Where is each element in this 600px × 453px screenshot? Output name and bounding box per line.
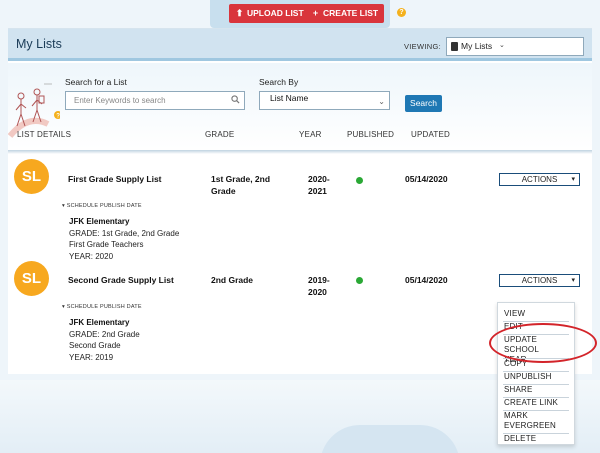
column-header-published: PUBLISHED bbox=[347, 130, 395, 139]
detail-group: Second Grade bbox=[69, 341, 121, 350]
column-header-updated: UPDATED bbox=[411, 130, 451, 139]
menu-item-mark-line1: MARK bbox=[504, 411, 528, 420]
viewing-label: VIEWING: bbox=[404, 42, 441, 51]
page-title: My Lists bbox=[16, 37, 62, 51]
row-grade: 2nd Grade bbox=[211, 274, 253, 286]
published-status-dot bbox=[356, 277, 363, 284]
row-details: JFK Elementary GRADE: 1st Grade, 2nd Gra… bbox=[69, 216, 179, 262]
avatar: SL bbox=[14, 159, 49, 194]
schedule-publish-toggle[interactable]: ▾ SCHEDULE PUBLISH DATE bbox=[62, 203, 142, 209]
school-name: JFK Elementary bbox=[69, 217, 130, 226]
school-name: JFK Elementary bbox=[69, 318, 130, 327]
row-year: 2019- 2020 bbox=[308, 274, 330, 298]
row-year-line2: 2021 bbox=[308, 186, 327, 196]
row-updated: 05/14/2020 bbox=[405, 275, 448, 285]
chevron-down-icon: ⌄ bbox=[499, 42, 505, 49]
published-status-dot bbox=[356, 177, 363, 184]
menu-item-delete[interactable]: DELETE bbox=[504, 434, 536, 444]
actions-label: ACTIONS bbox=[521, 276, 558, 285]
row-updated: 05/14/2020 bbox=[405, 174, 448, 184]
menu-item-mark-evergreen[interactable]: MARK EVERGREEN bbox=[504, 411, 556, 431]
viewing-select[interactable]: My Lists ⌄ bbox=[446, 37, 584, 56]
chevron-down-icon: ⌄ bbox=[378, 97, 385, 106]
menu-item-view[interactable]: VIEW bbox=[504, 309, 525, 319]
chevron-down-icon: ▾ bbox=[571, 277, 575, 284]
highlight-annotation-circle bbox=[489, 323, 597, 363]
menu-item-mark-line2: EVERGREEN bbox=[504, 421, 557, 430]
menu-item-unpublish[interactable]: UNPUBLISH bbox=[504, 372, 552, 382]
search-placeholder: Enter Keywords to search bbox=[74, 96, 166, 105]
actions-label: ACTIONS bbox=[521, 175, 558, 184]
actions-button[interactable]: ACTIONS ▾ bbox=[499, 173, 580, 186]
actions-button[interactable]: ACTIONS ▾ bbox=[499, 274, 580, 287]
column-header-grade: GRADE bbox=[205, 130, 235, 139]
search-button[interactable]: Search bbox=[405, 95, 442, 112]
column-header-details: LIST DETAILS bbox=[17, 130, 72, 139]
schedule-publish-label: SCHEDULE PUBLISH DATE bbox=[66, 203, 142, 209]
chevron-down-icon: ▾ bbox=[571, 176, 575, 183]
create-list-label: CREATE LIST bbox=[323, 8, 379, 18]
detail-year: YEAR: 2020 bbox=[69, 251, 114, 261]
list-name-link[interactable]: First Grade Supply List bbox=[68, 174, 162, 184]
detail-grade: GRADE: 2nd Grade bbox=[69, 329, 140, 339]
create-list-button[interactable]: + CREATE LIST bbox=[305, 4, 385, 23]
plus-icon: + bbox=[312, 8, 319, 18]
row-year-line1: 2019- bbox=[308, 275, 330, 285]
background-cloud bbox=[320, 425, 460, 453]
detail-grade: GRADE: 1st Grade, 2nd Grade bbox=[69, 228, 180, 238]
row-grade-line1: 2nd Grade bbox=[211, 275, 254, 285]
row-grade: 1st Grade, 2nd Grade bbox=[211, 173, 270, 197]
search-by-label: Search By bbox=[259, 77, 299, 87]
search-label: Search for a List bbox=[65, 77, 127, 87]
header-bar: My Lists VIEWING: My Lists ⌄ bbox=[8, 29, 592, 61]
svg-text:?: ? bbox=[56, 114, 60, 120]
upload-list-button[interactable]: ⬆ UPLOAD LIST bbox=[229, 4, 310, 23]
header-divider bbox=[8, 150, 592, 154]
row-grade-line2: Grade bbox=[211, 186, 236, 196]
search-icon[interactable] bbox=[231, 95, 240, 104]
row-year-line2: 2020 bbox=[308, 287, 327, 297]
schedule-publish-toggle[interactable]: ▾ SCHEDULE PUBLISH DATE bbox=[62, 304, 142, 310]
detail-year: YEAR: 2019 bbox=[69, 352, 114, 362]
viewing-value: My Lists bbox=[461, 41, 493, 51]
detail-group: First Grade Teachers bbox=[69, 240, 144, 249]
row-grade-line1: 1st Grade, 2nd bbox=[211, 174, 271, 184]
row-year-line1: 2020- bbox=[308, 174, 330, 184]
column-header-year: YEAR bbox=[299, 130, 322, 139]
menu-item-create-link[interactable]: CREATE LINK bbox=[504, 398, 558, 408]
row-details: JFK Elementary GRADE: 2nd Grade Second G… bbox=[69, 317, 140, 363]
search-by-value: List Name bbox=[270, 93, 309, 103]
menu-item-share[interactable]: SHARE bbox=[504, 385, 533, 395]
list-name-link[interactable]: Second Grade Supply List bbox=[68, 275, 174, 285]
question-circle-icon[interactable]: ? bbox=[397, 8, 406, 17]
document-icon bbox=[451, 42, 458, 51]
row-year: 2020- 2021 bbox=[308, 173, 330, 197]
search-by-select[interactable]: List Name ⌄ bbox=[259, 91, 390, 110]
search-input[interactable]: Enter Keywords to search bbox=[65, 91, 245, 110]
avatar: SL bbox=[14, 261, 49, 296]
upload-list-label: UPLOAD LIST bbox=[247, 8, 304, 18]
upload-icon: ⬆ bbox=[235, 8, 244, 18]
schedule-publish-label: SCHEDULE PUBLISH DATE bbox=[66, 304, 142, 310]
